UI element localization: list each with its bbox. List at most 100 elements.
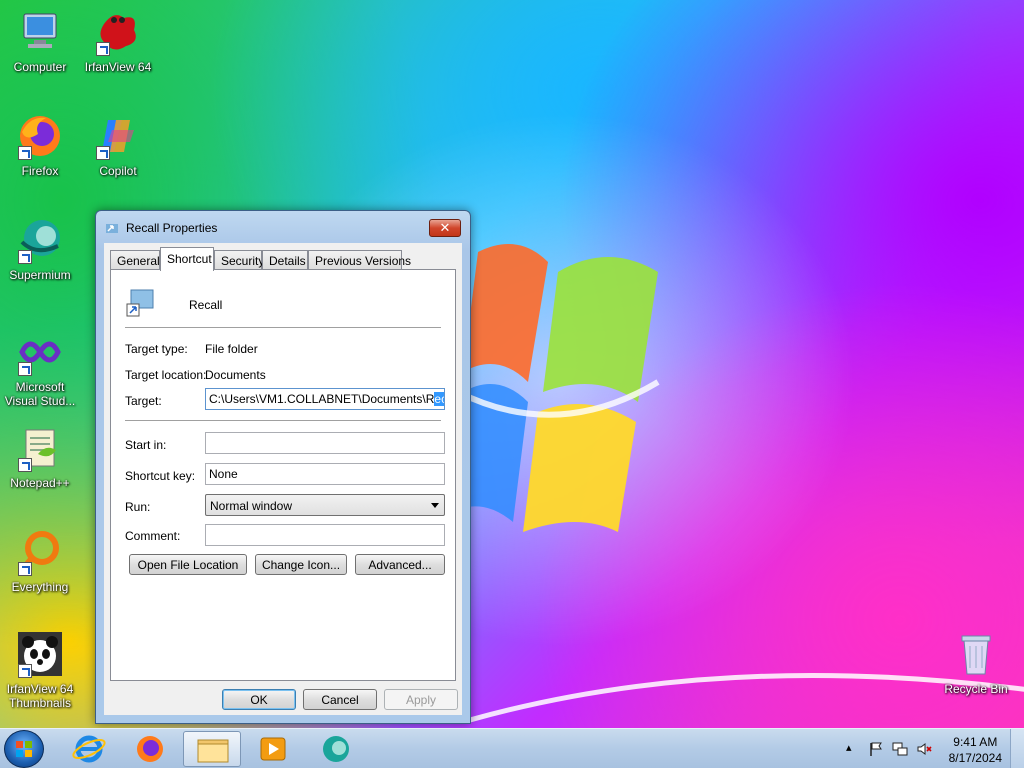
desktop-icon-label: Microsoft Visual Stud... — [4, 380, 76, 408]
desktop-icon-label: IrfanView 64 Thumbnails — [6, 682, 74, 710]
chevron-down-icon — [431, 503, 439, 508]
shortcut-name: Recall — [189, 298, 223, 312]
tab-previous-versions[interactable]: Previous Versions — [308, 250, 411, 270]
show-hidden-icons-button[interactable]: ▴ — [846, 741, 852, 754]
desktop-icon-irfanview-64[interactable]: IrfanView 64 — [78, 8, 158, 74]
target-location-label: Target location: — [125, 368, 207, 382]
desktop-icon-irfanview-thumbnails[interactable]: IrfanView 64 Thumbnails — [0, 630, 80, 710]
volume-muted-icon[interactable] — [916, 741, 932, 760]
shortcut-arrow-icon — [96, 42, 110, 56]
desktop-icon-label: Firefox — [21, 164, 59, 178]
tab-details[interactable]: Details — [262, 250, 308, 270]
run-label: Run: — [125, 500, 151, 514]
shortcut-arrow-icon — [18, 562, 32, 576]
dialog-titlebar[interactable]: Recall Properties ✕ — [96, 211, 470, 241]
desktop-icon-label: Copilot — [99, 164, 137, 178]
taskbar-internet-explorer[interactable] — [60, 731, 118, 767]
shortcut-folder-large-icon — [125, 286, 157, 321]
open-file-location-button[interactable]: Open File Location — [129, 554, 247, 575]
desktop-icon-label: Supermium — [9, 268, 71, 282]
dialog-body: General Shortcut Security Details Previo… — [104, 243, 462, 715]
shortcut-folder-icon — [105, 221, 119, 238]
close-button[interactable]: ✕ — [429, 219, 461, 237]
desktop-icon-copilot[interactable]: Copilot — [78, 112, 158, 178]
supermium-icon — [16, 216, 64, 264]
desktop-icon-label: Recycle Bin — [944, 682, 1008, 696]
tab-security[interactable]: Security — [214, 250, 264, 270]
desktop-icon-label: Computer — [13, 60, 67, 74]
ok-button[interactable]: OK — [222, 689, 296, 710]
shortcut-key-label: Shortcut key: — [125, 469, 196, 483]
taskbar-firefox[interactable] — [121, 731, 179, 767]
shortcut-arrow-icon — [18, 146, 32, 160]
dialog-title: Recall Properties — [126, 221, 218, 235]
target-type-label: Target type: — [125, 342, 188, 356]
recall-properties-dialog: Recall Properties ✕ General Shortcut Sec… — [95, 210, 471, 724]
recycle-bin-icon — [952, 630, 1000, 678]
desktop-icon-supermium[interactable]: Supermium — [0, 216, 80, 282]
panda-icon — [16, 630, 64, 678]
clock-date: 8/17/2024 — [948, 751, 1002, 765]
desktop-icon-everything[interactable]: Everything — [0, 528, 80, 594]
desktop-icon-label: IrfanView 64 — [84, 60, 152, 74]
visual-studio-icon — [16, 328, 64, 376]
shortcut-arrow-icon — [18, 458, 32, 472]
start-button[interactable] — [4, 730, 44, 768]
computer-icon — [16, 8, 64, 56]
copilot-icon — [94, 112, 142, 160]
system-tray: ▴ 9:41 AM 8/17/2024 — [834, 729, 1024, 768]
cancel-button[interactable]: Cancel — [303, 689, 377, 710]
target-input-text: C:\Users\VM1.COLLABNET\Documents\R — [209, 392, 435, 406]
clock[interactable]: 9:41 AM 8/17/2024 — [949, 734, 1002, 766]
taskbar-file-explorer[interactable] — [183, 731, 241, 767]
notepad-plus-plus-icon — [16, 424, 64, 472]
shortcut-arrow-icon — [18, 250, 32, 264]
run-select[interactable]: Normal window — [205, 494, 445, 516]
taskbar-supermium[interactable] — [306, 731, 364, 767]
desktop-icon-firefox[interactable]: Firefox — [0, 112, 80, 178]
internet-explorer-icon — [72, 735, 106, 763]
advanced-button[interactable]: Advanced... — [355, 554, 445, 575]
windows-start-icon — [16, 741, 32, 757]
irfanview-icon — [94, 8, 142, 56]
taskbar-media-player[interactable] — [244, 731, 302, 767]
windows-logo-wallpaper — [458, 244, 660, 532]
comment-label: Comment: — [125, 529, 181, 543]
target-input[interactable]: C:\Users\VM1.COLLABNET\Documents\Recall — [205, 388, 445, 410]
supermium-icon — [323, 736, 349, 762]
desktop-icon-label: Everything — [11, 580, 69, 594]
shortcut-tab-panel: Recall Target type: File folder Target l… — [110, 269, 456, 681]
apply-button[interactable]: Apply — [384, 689, 458, 710]
target-input-selection: ecall — [434, 392, 444, 406]
everything-search-icon — [16, 528, 64, 576]
desktop-icon-notepad-plus-plus[interactable]: Notepad++ — [0, 424, 80, 490]
tab-general[interactable]: General — [110, 250, 160, 270]
desktop-icon-recycle-bin[interactable]: Recycle Bin — [936, 630, 1016, 696]
media-player-icon — [260, 737, 286, 761]
start-in-input[interactable] — [205, 432, 445, 454]
shortcut-arrow-icon — [18, 362, 32, 376]
taskbar: ▴ 9:41 AM 8/17/2024 — [0, 728, 1024, 768]
show-desktop-button[interactable] — [1010, 729, 1024, 768]
run-select-value: Normal window — [210, 499, 293, 513]
comment-input[interactable] — [205, 524, 445, 546]
desktop-icon-computer[interactable]: Computer — [0, 8, 80, 74]
start-in-label: Start in: — [125, 438, 167, 452]
file-explorer-icon — [197, 739, 229, 763]
target-label: Target: — [125, 394, 162, 408]
target-type-value: File folder — [205, 342, 258, 356]
shortcut-arrow-icon — [96, 146, 110, 160]
action-center-flag-icon[interactable] — [868, 741, 884, 760]
desktop-icon-label: Notepad++ — [10, 476, 70, 490]
shortcut-key-input[interactable]: None — [205, 463, 445, 485]
separator — [125, 327, 441, 328]
desktop-icon-visual-studio[interactable]: Microsoft Visual Stud... — [0, 328, 80, 408]
target-location-value: Documents — [205, 368, 266, 382]
firefox-icon — [16, 112, 64, 160]
change-icon-button[interactable]: Change Icon... — [255, 554, 347, 575]
shortcut-arrow-icon — [18, 664, 32, 678]
firefox-icon — [137, 736, 163, 762]
separator — [125, 420, 441, 421]
tab-shortcut[interactable]: Shortcut — [160, 247, 214, 271]
network-icon[interactable] — [892, 741, 908, 760]
